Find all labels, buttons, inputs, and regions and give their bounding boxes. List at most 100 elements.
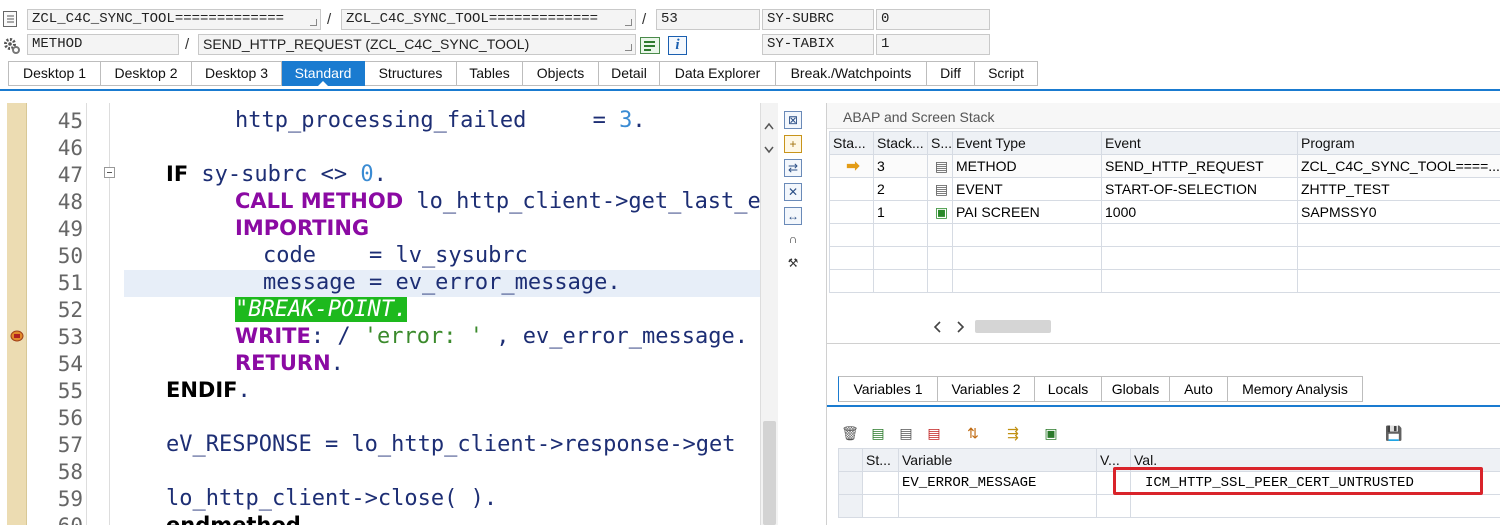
scroll-thumb[interactable] — [763, 421, 776, 525]
stack-row[interactable]: ➡ 3 ▤ METHOD SEND_HTTP_REQUEST ZCL_C4C_S… — [829, 154, 1500, 178]
copy-variable-icon[interactable]: ▤ — [897, 424, 915, 442]
tab-memory-analysis[interactable]: Memory Analysis — [1228, 376, 1363, 402]
transfer-icon[interactable]: ⇶ — [1004, 424, 1022, 442]
code-line-51: message = ev_error_message. — [263, 270, 621, 295]
separator: / — [642, 11, 647, 28]
tab-detail[interactable]: Detail — [599, 61, 660, 86]
stack-row[interactable]: 1 ▣ PAI SCREEN 1000 SAPMSSY0 — [829, 200, 1500, 224]
tab-script[interactable]: Script — [975, 61, 1038, 86]
trash-icon[interactable]: 🗑 — [841, 424, 859, 442]
editor-scrollbar[interactable] — [760, 103, 778, 525]
col-program[interactable]: Program — [1297, 131, 1500, 155]
headset-icon[interactable]: ∩ — [784, 231, 802, 249]
code-line-53: WRITE: / 'error: ' , ev_error_message. — [235, 324, 748, 349]
line-number: 51 — [57, 271, 83, 295]
col-s[interactable]: S... — [927, 131, 953, 155]
gear-icon[interactable] — [2, 36, 20, 54]
tab-standard[interactable]: Standard — [282, 61, 365, 86]
new-tool-icon[interactable]: + — [784, 135, 802, 153]
sy-subrc-label: SY-SUBRC — [762, 9, 874, 30]
line-number: 60 — [28, 514, 83, 525]
tab-desktop-2[interactable]: Desktop 2 — [101, 61, 192, 86]
line-number: 52 — [57, 298, 83, 322]
program-name: ZHTTP_TEST — [1297, 177, 1500, 201]
horizontal-scroll-thumb[interactable] — [975, 320, 1051, 333]
program-name: ZCL_C4C_SYNC_TOOL====... — [1297, 154, 1500, 178]
tab-objects[interactable]: Objects — [523, 61, 599, 86]
empty-row — [838, 494, 1500, 518]
tab-tables[interactable]: Tables — [457, 61, 523, 86]
delete-variable-icon[interactable]: ▤ — [925, 424, 943, 442]
scroll-down-icon[interactable] — [764, 141, 774, 154]
code-line-57: eV_RESPONSE = lo_http_client->response->… — [166, 432, 736, 457]
tab-diff[interactable]: Diff — [927, 61, 975, 86]
tab-desktop-3[interactable]: Desktop 3 — [192, 61, 282, 86]
event-type: EVENT — [952, 177, 1102, 201]
tab-breakpoints[interactable]: Break./Watchpoints — [776, 61, 927, 86]
code-line-49: IMPORTING — [235, 216, 370, 240]
code-line-54: RETURN. — [235, 351, 344, 376]
event-icon: ▤ — [927, 177, 953, 201]
tab-data-explorer[interactable]: Data Explorer — [660, 61, 776, 86]
save-icon[interactable]: 💾 — [1385, 424, 1403, 442]
tab-desktop-1[interactable]: Desktop 1 — [8, 61, 101, 86]
line-number-field[interactable]: 53 — [656, 9, 760, 30]
col-event-type[interactable]: Event Type — [952, 131, 1102, 155]
stack-table: Sta... Stack... S... Event Type Event Pr… — [829, 131, 1500, 293]
resize-icon[interactable]: ↔ — [784, 207, 802, 225]
breakpoint-icon[interactable] — [10, 329, 24, 342]
tab-variables-2[interactable]: Variables 2 — [938, 376, 1035, 402]
tab-globals[interactable]: Globals — [1102, 376, 1170, 402]
main-program-field[interactable]: ZCL_C4C_SYNC_TOOL============= — [27, 9, 321, 30]
status-cell — [862, 471, 899, 495]
stack-row[interactable]: 2 ▤ EVENT START-OF-SELECTION ZHTTP_TEST — [829, 177, 1500, 201]
maximize-icon[interactable]: ✕ — [784, 183, 802, 201]
line-number: 59 — [57, 487, 83, 511]
include-program-field[interactable]: ZCL_C4C_SYNC_TOOL============= — [341, 9, 636, 30]
tab-auto[interactable]: Auto — [1170, 376, 1228, 402]
source-icon[interactable] — [3, 11, 17, 27]
tab-locals[interactable]: Locals — [1035, 376, 1102, 402]
close-icon[interactable]: ⊠ — [784, 111, 802, 129]
col-variable[interactable]: Variable — [898, 448, 1097, 472]
procedure-type-field: METHOD — [27, 34, 179, 55]
line-number: 57 — [57, 433, 83, 457]
program-name: SAPMSSY0 — [1297, 200, 1500, 224]
line-number: 56 — [57, 406, 83, 430]
tab-structures[interactable]: Structures — [365, 61, 457, 86]
settings-tool-icon[interactable]: ⚒ — [784, 255, 802, 273]
insert-variable-icon[interactable]: ▤ — [869, 424, 887, 442]
col-st[interactable]: St... — [862, 448, 899, 472]
navigate-to-source-icon[interactable] — [640, 37, 660, 54]
separator: / — [327, 11, 332, 28]
separator: / — [185, 36, 190, 53]
source-code-editor[interactable]: 45 46 47 48 49 50 51 52 53 54 55 56 57 5… — [0, 103, 778, 525]
tab-bar-line — [0, 89, 1500, 91]
col-event[interactable]: Event — [1101, 131, 1298, 155]
code-line-48: CALL METHOD lo_http_client->get_last_e — [235, 189, 761, 214]
procedure-name-field[interactable]: SEND_HTTP_REQUEST (ZCL_C4C_SYNC_TOOL) — [198, 34, 636, 55]
breakpoint-gutter[interactable] — [7, 103, 27, 525]
line-number: 54 — [57, 352, 83, 376]
variable-name[interactable]: EV_ERROR_MESSAGE — [898, 471, 1097, 495]
stack-level: 3 — [873, 154, 928, 178]
scroll-left-icon[interactable] — [933, 320, 943, 333]
event-type: PAI SCREEN — [952, 200, 1102, 224]
var-tab-bar-line — [827, 405, 1500, 407]
event-name: SEND_HTTP_REQUEST — [1101, 154, 1298, 178]
swap-tool-icon[interactable]: ⇄ — [784, 159, 802, 177]
col-stack[interactable]: Stack... — [873, 131, 928, 155]
line-number: 49 — [57, 217, 83, 241]
tab-variables-1[interactable]: Variables 1 — [838, 376, 938, 402]
col-status[interactable]: Sta... — [829, 131, 874, 155]
stack-level: 2 — [873, 177, 928, 201]
layout-icon[interactable]: ▣ — [1042, 424, 1060, 442]
scroll-right-icon[interactable] — [955, 320, 965, 333]
scroll-up-icon[interactable] — [764, 117, 774, 130]
status-cell — [829, 177, 874, 201]
sort-icon[interactable]: ⇅ — [964, 424, 982, 442]
fold-toggle-icon[interactable] — [104, 167, 115, 178]
event-name: 1000 — [1101, 200, 1298, 224]
row-selector[interactable] — [838, 471, 863, 495]
info-icon[interactable]: i — [668, 36, 687, 55]
